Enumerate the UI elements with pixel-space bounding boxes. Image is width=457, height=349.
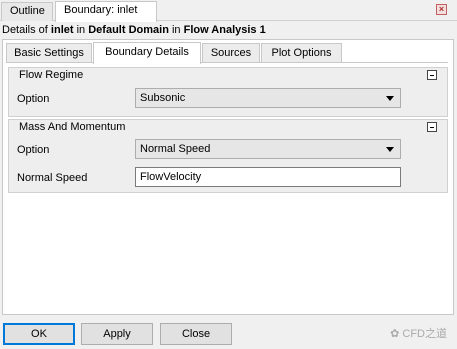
watermark-text: CFD之道	[402, 328, 447, 340]
sub-tab-bar: Basic Settings Boundary Details Sources …	[2, 42, 454, 64]
top-tab-bar: Outline Boundary: inlet ×	[0, 0, 457, 22]
collapse-icon[interactable]	[427, 122, 437, 132]
normal-speed-label: Normal Speed	[17, 172, 88, 184]
details-analysis: Flow Analysis 1	[183, 24, 266, 36]
mass-momentum-option-value: Normal Speed	[140, 143, 211, 155]
flow-regime-title: Flow Regime	[19, 69, 84, 81]
details-domain: Default Domain	[88, 24, 169, 36]
dropdown-arrow-icon	[386, 147, 394, 152]
dropdown-arrow-icon	[386, 96, 394, 101]
tab-plot-options[interactable]: Plot Options	[261, 43, 342, 63]
details-prefix: Details of	[2, 24, 51, 36]
details-in-1: in	[73, 24, 89, 36]
tab-sources[interactable]: Sources	[202, 43, 260, 63]
watermark: ✿ CFD之道	[390, 325, 447, 341]
close-icon[interactable]: ×	[436, 4, 447, 15]
details-line: Details of inlet in Default Domain in Fl…	[2, 23, 266, 37]
tab-outline[interactable]: Outline	[1, 2, 53, 21]
details-object: inlet	[50, 24, 74, 36]
flow-regime-option-select[interactable]: Subsonic	[135, 88, 401, 108]
ok-button[interactable]: OK	[3, 323, 75, 345]
apply-button[interactable]: Apply	[81, 323, 153, 345]
details-in-2: in	[168, 24, 184, 36]
mass-momentum-title: Mass And Momentum	[19, 121, 126, 133]
flow-regime-option-label: Option	[17, 93, 50, 105]
tab-basic-settings[interactable]: Basic Settings	[6, 43, 92, 63]
flow-regime-option-value: Subsonic	[140, 92, 186, 104]
mass-momentum-option-select[interactable]: Normal Speed	[135, 139, 401, 159]
close-button[interactable]: Close	[160, 323, 232, 345]
collapse-icon[interactable]	[427, 70, 437, 80]
mass-momentum-option-label: Option	[17, 144, 50, 156]
tab-boundary-inlet[interactable]: Boundary: inlet	[55, 1, 157, 22]
wechat-icon: ✿	[390, 328, 400, 340]
normal-speed-input[interactable]: FlowVelocity	[135, 167, 401, 187]
tab-boundary-details[interactable]: Boundary Details	[93, 42, 201, 64]
